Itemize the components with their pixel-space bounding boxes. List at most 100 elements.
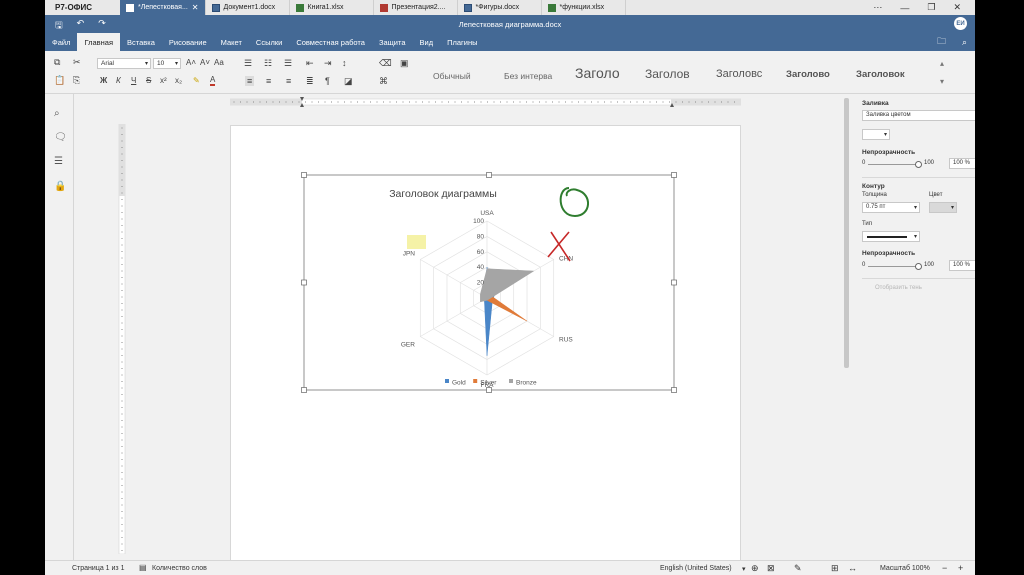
line-spacing-icon[interactable]: ↕ [342, 58, 347, 68]
clear-style-icon[interactable]: ⌫ [379, 58, 392, 69]
stroke-opacity-input[interactable]: 100 % [949, 260, 975, 271]
styles-scroll-icon[interactable]: ▴ [940, 59, 944, 68]
close-tab-icon[interactable]: ✕ [192, 3, 199, 12]
stroke-opacity-slider[interactable] [868, 266, 920, 267]
menu-home[interactable]: Главная [77, 33, 120, 51]
copy-style-icon[interactable]: ⌘ [379, 76, 388, 87]
opacity-slider-knob[interactable] [915, 161, 922, 168]
insert-shape-icon[interactable]: ▣ [400, 58, 409, 69]
align-left-icon[interactable]: ≡ [245, 76, 255, 86]
lock-icon[interactable]: 🔒 [54, 181, 66, 192]
vertical-scrollbar[interactable] [843, 96, 850, 560]
zoom-in-icon[interactable]: + [958, 563, 963, 573]
align-center-icon[interactable]: ≡ [266, 76, 271, 86]
page-counter[interactable]: Страница 1 из 1 [72, 565, 124, 572]
menu-draw[interactable]: Рисование [162, 33, 214, 51]
open-location-icon[interactable]: 🗀 [937, 34, 946, 50]
document-page[interactable]: USA CHN RUS FRA GER JPN 20 40 60 80 100 Заголовок … [230, 125, 741, 561]
format-painter-icon[interactable]: ⎘ [73, 75, 80, 86]
underline-button[interactable]: Ч [131, 76, 136, 85]
restore-icon[interactable]: ❐ [927, 2, 935, 13]
menu-insert[interactable]: Вставка [120, 33, 162, 51]
increase-indent-icon[interactable]: ⇥ [324, 58, 332, 69]
opacity-input[interactable]: 100 % [949, 158, 975, 169]
shading-icon[interactable]: ◪ [344, 76, 353, 87]
track-changes-icon[interactable]: ✎ [794, 563, 802, 574]
zoom-out-icon[interactable]: − [942, 563, 947, 573]
superscript-icon[interactable]: x² [160, 76, 167, 85]
search-icon[interactable]: ⌕ [54, 108, 60, 119]
align-right-icon[interactable]: ≡ [286, 76, 291, 86]
font-name-select[interactable]: Arial ▾ [97, 58, 151, 69]
vertical-ruler[interactable] [118, 124, 127, 554]
minimize-icon[interactable]: — [900, 3, 909, 13]
word-count[interactable]: Количество слов [152, 565, 207, 572]
search-icon[interactable]: ⌕ [962, 37, 967, 48]
more-icon[interactable]: ⋯ [873, 2, 882, 13]
show-shadow-checkbox[interactable]: Отобразить тень [875, 285, 922, 291]
cut-icon[interactable]: ✂ [73, 57, 81, 68]
subscript-icon[interactable]: x₂ [175, 76, 182, 85]
fill-type-select[interactable]: Заливка цветом▾ [862, 110, 975, 121]
doc-tab-4[interactable]: *Фигуры.docx [458, 0, 542, 15]
style-heading-3[interactable]: Заголовс [716, 68, 762, 80]
menu-file[interactable]: Файл [45, 33, 77, 51]
decrease-indent-icon[interactable]: ⇤ [306, 58, 314, 69]
horizontal-ruler[interactable] [230, 97, 741, 107]
fill-color-picker[interactable]: ▾ [862, 129, 890, 140]
fit-width-icon[interactable]: ↔ [848, 563, 857, 573]
spellcheck-icon[interactable]: ⊠ [767, 563, 775, 574]
decrease-font-icon[interactable]: A˅ [200, 58, 210, 67]
stroke-color-picker[interactable]: ▾ [929, 202, 957, 213]
italic-button[interactable]: К [116, 76, 121, 85]
style-heading-5[interactable]: Заголовок [856, 69, 905, 80]
numbered-list-icon[interactable]: ☷ [264, 58, 272, 69]
font-color-icon[interactable]: A [210, 76, 216, 86]
navigation-icon[interactable]: ☰ [54, 156, 63, 167]
multilevel-list-icon[interactable]: ☰ [284, 58, 292, 69]
highlight-icon[interactable]: ✎ [193, 76, 200, 85]
scrollbar-thumb[interactable] [844, 98, 849, 368]
category-label: GER [401, 341, 415, 348]
avatar[interactable]: ЕИ [954, 17, 967, 30]
font-size-select[interactable]: 10 ▾ [153, 58, 181, 69]
close-window-icon[interactable]: ✕ [953, 2, 961, 13]
doc-tab-2[interactable]: Книга1.xlsx [290, 0, 374, 15]
style-heading-2[interactable]: Заголов [645, 67, 690, 81]
chevron-down-icon: ▾ [883, 132, 887, 138]
doc-tab-0[interactable]: *Лепестковая... ✕ [120, 0, 206, 15]
style-normal[interactable]: Обычный [433, 71, 471, 81]
paragraph-marks-icon[interactable]: ¶ [325, 76, 330, 86]
styles-expand-icon[interactable]: ▾ [940, 77, 944, 86]
doc-tab-3[interactable]: Презентация2.... [374, 0, 458, 15]
fit-page-icon[interactable]: ⊞ [831, 563, 839, 574]
doc-tab-1[interactable]: Документ1.docx [206, 0, 290, 15]
bold-button[interactable]: Ж [100, 76, 107, 85]
comments-icon[interactable]: 🗨 [54, 132, 67, 143]
chevron-down-icon[interactable]: ▾ [742, 565, 746, 573]
menu-layout[interactable]: Макет [214, 33, 249, 51]
change-case-icon[interactable]: Aa [214, 58, 224, 67]
style-heading-4[interactable]: Заголово [786, 69, 830, 80]
globe-icon[interactable]: ⊕ [751, 563, 759, 574]
justify-icon[interactable]: ≣ [306, 76, 314, 87]
radar-chart[interactable]: USACHNRUSFRAGERJPN20406080100 Заголовок … [231, 126, 742, 562]
language-select[interactable]: English (United States) [660, 565, 732, 572]
menu-protection[interactable]: Защита [372, 33, 413, 51]
line-type-select[interactable]: ▾ [862, 231, 920, 242]
opacity-slider[interactable] [868, 164, 920, 165]
style-heading-1[interactable]: Заголо [575, 65, 620, 81]
menu-plugins[interactable]: Плагины [440, 33, 484, 51]
bullet-list-icon[interactable]: ☰ [244, 58, 252, 69]
strikethrough-button[interactable]: S [146, 76, 151, 85]
copy-icon[interactable]: ⧉ [54, 57, 60, 68]
menu-collaboration[interactable]: Совместная работа [289, 33, 372, 51]
increase-font-icon[interactable]: A˄ [186, 58, 196, 67]
paste-icon[interactable]: 📋 [54, 75, 65, 86]
thickness-select[interactable]: 0.75 пт ▾ [862, 202, 920, 213]
stroke-opacity-slider-knob[interactable] [915, 263, 922, 270]
doc-tab-5[interactable]: *функции.xlsx [542, 0, 626, 15]
menu-view[interactable]: Вид [413, 33, 441, 51]
style-no-spacing[interactable]: Без интерва [504, 71, 552, 81]
menu-references[interactable]: Ссылки [249, 33, 289, 51]
